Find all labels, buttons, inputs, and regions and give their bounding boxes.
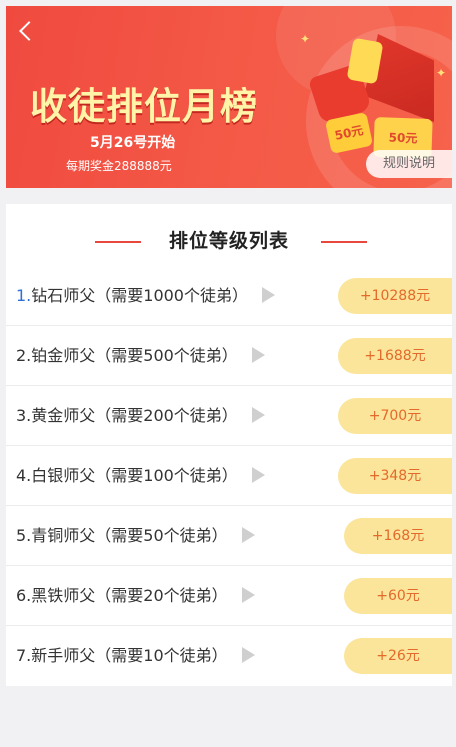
level-row-bronze[interactable]: 5.青铜师父（需要50个徒弟） +168元 [6,506,452,566]
play-triangle-icon[interactable] [241,647,255,663]
level-name: 黑铁师父（需要20个徒弟） [31,586,228,605]
level-label: 6.黑铁师父（需要20个徒弟） [16,566,255,626]
level-row-silver[interactable]: 4.白银师父（需要100个徒弟） +348元 [6,446,452,506]
list-heading-text: 排位等级列表 [168,230,289,252]
start-date: 5月26号开始 [90,135,176,151]
level-label: 7.新手师父（需要10个徒弟） [16,626,255,686]
reward-badge: +700元 [338,398,452,434]
level-label: 5.青铜师父（需要50个徒弟） [16,506,255,566]
play-triangle-icon[interactable] [262,287,275,303]
reward-badge: +26元 [344,638,452,674]
reward-badge: +10288元 [338,278,452,314]
sparkle-icon: ✦ [300,32,311,46]
level-name: 青铜师父（需要50个徒弟） [31,526,228,545]
play-triangle-icon[interactable] [251,347,265,363]
level-label: 1.钻石师父（需要1000个徒弟） [16,266,275,326]
level-label: 3.黄金师父（需要200个徒弟） [16,386,265,446]
list-heading: 排位等级列表 [6,228,452,254]
level-row-platinum[interactable]: 2.铂金师父（需要500个徒弟） +1688元 [6,326,452,386]
back-chevron-icon[interactable] [19,21,39,41]
sparkle-icon: ✦ [436,66,447,80]
level-row-diamond[interactable]: 1.钻石师父（需要1000个徒弟） +10288元 [6,266,452,326]
level-index: 1. [16,286,32,305]
page-title: 收徒排位月榜 [30,85,258,128]
level-row-gold[interactable]: 3.黄金师父（需要200个徒弟） +700元 [6,386,452,446]
reward-badge: +1688元 [338,338,452,374]
level-name: 黄金师父（需要200个徒弟） [31,406,238,425]
play-triangle-icon[interactable] [251,467,265,483]
level-index: 7. [16,646,32,665]
level-name: 白银师父（需要100个徒弟） [31,466,238,485]
level-label: 2.铂金师父（需要500个徒弟） [16,326,265,386]
reward-badge: +168元 [344,518,452,554]
prize-amount: 每期奖金288888元 [66,159,172,173]
rules-button[interactable]: 规则说明 [366,150,452,178]
heading-divider-right [321,241,367,243]
level-index: 4. [16,466,32,485]
level-name: 铂金师父（需要500个徒弟） [31,346,238,365]
level-index: 2. [16,346,32,365]
level-index: 5. [16,526,32,545]
level-label: 4.白银师父（需要100个徒弟） [16,446,265,506]
level-index: 6. [16,586,32,605]
play-triangle-icon[interactable] [241,527,255,543]
reward-badge: +60元 [344,578,452,614]
ranking-level-list: 排位等级列表 1.钻石师父（需要1000个徒弟） +10288元 2.铂金师父（… [6,204,452,686]
header-banner: 50元 50元 ✦ ✦ 收徒排位月榜 5月26号开始 每期奖金288888元 规… [6,6,452,188]
heading-divider-left [95,241,141,243]
level-row-iron[interactable]: 6.黑铁师父（需要20个徒弟） +60元 [6,566,452,626]
level-index: 3. [16,406,32,425]
play-triangle-icon[interactable] [251,407,265,423]
level-name: 新手师父（需要10个徒弟） [31,646,228,665]
level-name: 钻石师父（需要1000个徒弟） [31,286,248,305]
reward-badge: +348元 [338,458,452,494]
play-triangle-icon[interactable] [241,587,255,603]
level-row-novice[interactable]: 7.新手师父（需要10个徒弟） +26元 [6,626,452,686]
